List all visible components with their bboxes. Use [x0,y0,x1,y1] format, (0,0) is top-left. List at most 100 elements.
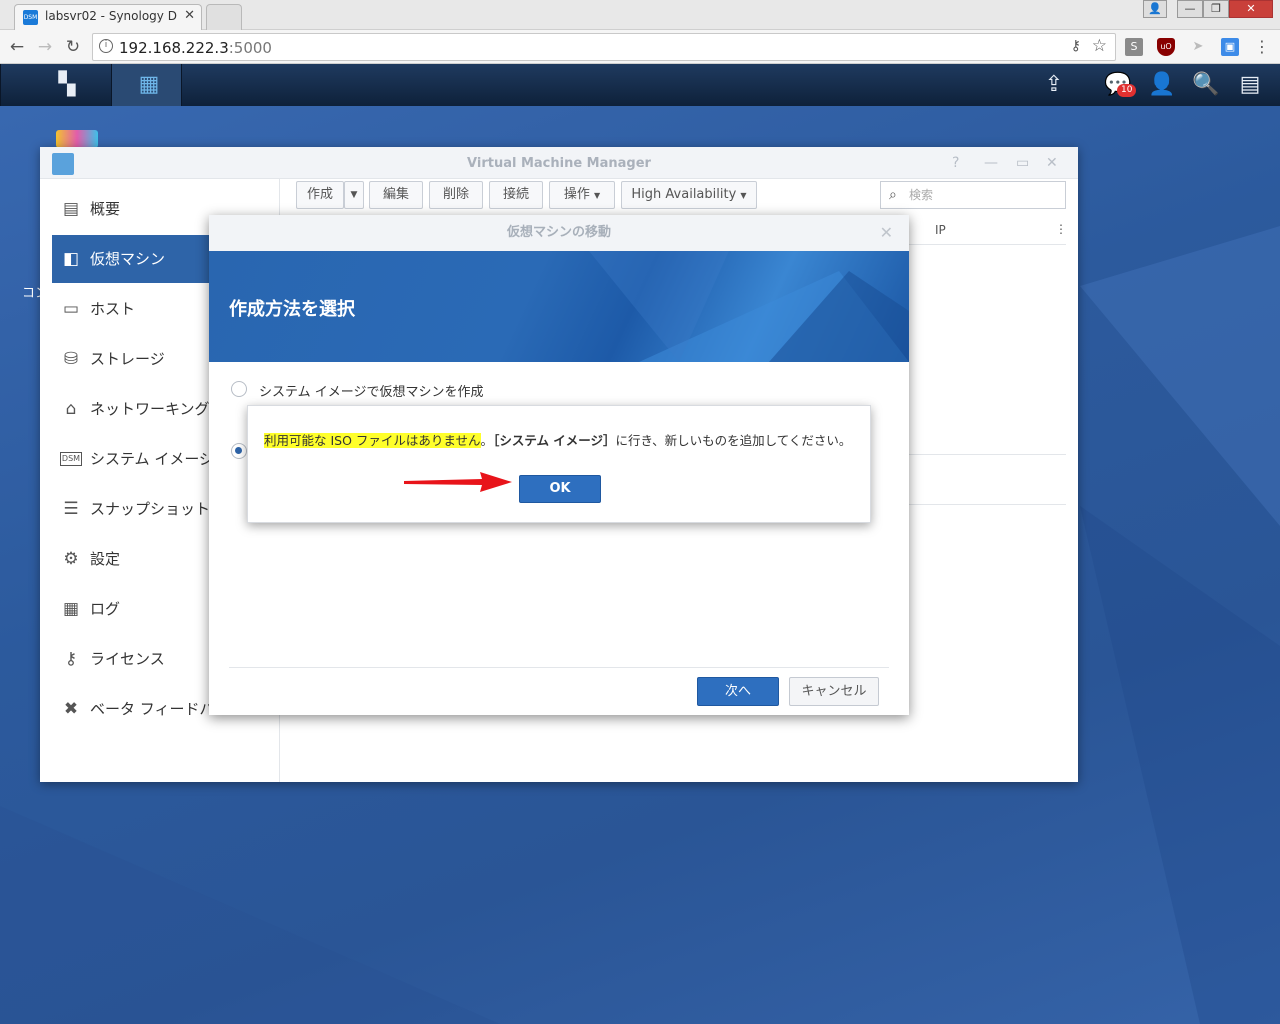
column-menu-icon[interactable]: ⋮ [1055,222,1067,236]
alert-highlight-text: 利用可能な ISO ファイルはありません [264,433,481,448]
new-tab-button[interactable] [206,4,242,30]
browser-toolbar: ← → ↻ i 192.168.222.3:5000 ⚷ ☆ S uO ➤ ▣ … [0,30,1280,64]
dsm-taskbar: ▚ ▦ ⇪ 💬 👤 🔍 ▤ [0,64,1280,106]
url-port: :5000 [228,39,272,57]
minimize-window-icon[interactable]: — [1177,0,1203,18]
menu-icon[interactable]: ⋮ [1253,38,1271,56]
url-host: 192.168.222.3 [119,39,229,57]
forward-icon[interactable]: → [34,36,56,58]
extension-blue-icon[interactable]: ▣ [1221,38,1239,56]
edit-button[interactable]: 編集 [369,181,423,209]
restore-window-icon[interactable]: ❐ [1203,0,1229,18]
vmm-window-icon [52,153,74,175]
main-menu-button[interactable]: ▚ [0,64,112,106]
address-bar[interactable]: i 192.168.222.3:5000 ⚷ ☆ [92,33,1116,61]
ok-button[interactable]: OK [519,475,601,503]
vm-icon: ◧ [62,249,80,269]
host-icon: ▭ [62,299,80,319]
sidebar-item-label: ネットワーキング [90,400,210,418]
network-icon: ⌂ [65,399,77,419]
sidebar-item-vm[interactable]: ◧ 仮想マシン [52,235,210,283]
create-button[interactable]: 作成 [296,181,344,209]
browser-tab-active[interactable]: DSM labsvr02 - Synology D ✕ [14,4,202,30]
user-icon[interactable]: 👤 [1147,70,1177,100]
sidebar-item-label: スナップショット [90,500,211,518]
column-header-ip[interactable]: IP [935,223,946,237]
help-icon[interactable]: ? [952,155,959,171]
alert-bold-text: ［システム イメージ］ [493,433,616,448]
reload-icon[interactable]: ↻ [62,36,84,58]
footer-divider [229,667,889,668]
divider [909,504,1066,505]
wizard-titlebar[interactable]: 仮想マシンの移動 ✕ [209,215,909,251]
create-dropdown-button[interactable]: ▼ [344,181,364,209]
extension-s-icon[interactable]: S [1125,38,1143,56]
cancel-button[interactable]: キャンセル [789,677,879,706]
search-icon: ⌕ [889,187,897,203]
connect-button[interactable]: 接続 [489,181,543,209]
alert-dialog: 利用可能な ISO ファイルはありません。［システム イメージ］に行き、新しいも… [247,405,871,523]
maximize-icon[interactable]: ▭ [1016,155,1029,171]
info-icon[interactable]: i [99,39,113,53]
dsm-favicon-icon: DSM [23,10,38,25]
browser-titlebar: DSM labsvr02 - Synology D ✕ 👤 — ❐ ✕ [0,0,1280,30]
close-window-icon[interactable]: ✕ [1229,0,1273,18]
high-availability-button[interactable]: High Availability ▼ [621,181,757,209]
sidebar-item-label: システム イメージ [90,450,215,468]
sidebar-item-label: ライセンス [90,650,165,668]
key-icon[interactable]: ⚷ [1071,38,1081,54]
close-icon[interactable]: ✕ [1046,155,1058,171]
cursor-extension-icon[interactable]: ➤ [1189,38,1207,56]
apps-grid-icon: ▚ [58,72,76,97]
option-second-radio[interactable] [231,443,247,459]
wizard-banner: 作成方法を選択 [209,251,909,362]
close-tab-icon[interactable]: ✕ [184,8,195,23]
window-title: Virtual Machine Manager [467,156,651,171]
delete-button[interactable]: 削除 [429,181,483,209]
close-icon[interactable]: ✕ [880,215,893,251]
divider [909,454,1066,455]
sidebar-item-label: ホスト [90,300,136,318]
log-icon: ▦ [62,599,80,619]
sidebar-item-label: ベータ フィードバ [90,700,215,718]
red-arrow-annotation [404,472,512,492]
sidebar-item-label: 仮想マシン [90,250,166,268]
sidebar-item-label: ログ [90,600,121,618]
action-label: 操作 [563,187,590,202]
notification-badge: 10 [1117,84,1137,97]
alert-rest-text: に行き、新しいものを追加してください。 [615,433,852,448]
next-button[interactable]: 次へ [697,677,779,706]
ublock-icon[interactable]: uO [1157,38,1175,56]
upload-icon[interactable]: ⇪ [1039,70,1069,100]
wizard-heading: 作成方法を選択 [229,299,355,320]
dsm-icon: DSM [60,452,82,466]
overview-icon: ▤ [62,199,80,219]
sidebar-item-label: 設定 [90,550,121,568]
back-icon[interactable]: ← [6,36,28,58]
wizard-title: 仮想マシンの移動 [506,225,611,240]
vmm-app-icon: ▦ [138,72,160,97]
search-placeholder: 検索 [909,188,934,202]
option-create-from-image-radio[interactable] [231,381,247,397]
storage-icon: ⛁ [63,349,79,369]
minimize-icon[interactable]: — [984,155,998,171]
action-button[interactable]: 操作 ▼ [549,181,615,209]
desktop-app-icon[interactable] [56,130,98,148]
vmm-taskbar-button[interactable]: ▦ [112,64,182,106]
bookmark-star-icon[interactable]: ☆ [1092,36,1107,56]
chevron-down-icon: ▼ [594,191,601,200]
tab-title: labsvr02 - Synology D [45,9,177,23]
grid-header: IP ⋮ [909,217,1067,245]
widgets-icon[interactable]: ▤ [1235,70,1265,100]
gear-icon: ⚙ [63,549,79,569]
option-create-from-image-label[interactable]: システム イメージで仮想マシンを作成 [259,381,483,400]
alert-punct: 。 [480,433,494,448]
search-input[interactable]: ⌕ 検索 [880,181,1066,209]
sidebar-item-label: ストレージ [90,350,165,368]
snapshot-icon: ☰ [63,499,79,519]
search-icon[interactable]: 🔍 [1191,70,1221,100]
chevron-down-icon: ▼ [740,191,747,200]
ha-label: High Availability [631,187,737,202]
vmm-titlebar[interactable]: Virtual Machine Manager [40,147,1078,179]
user-profile-icon[interactable]: 👤 [1143,0,1167,18]
